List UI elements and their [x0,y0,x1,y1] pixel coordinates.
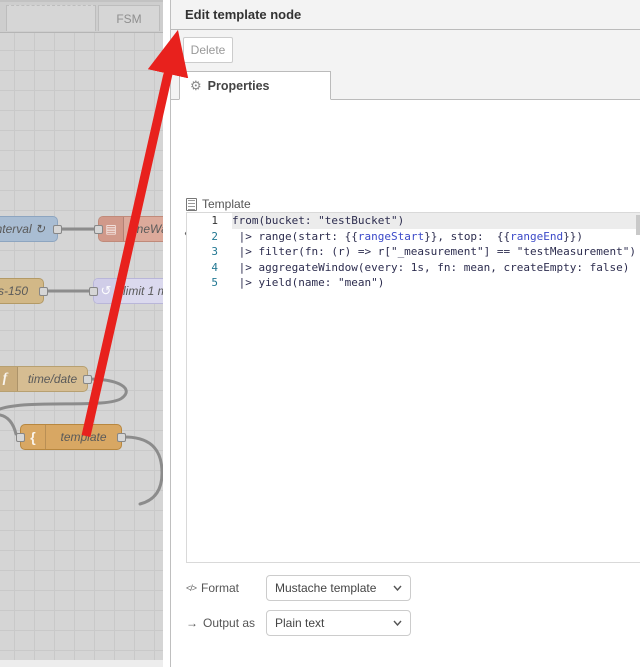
canvas-horizontal-scrollbar[interactable] [0,660,163,667]
dialog-form: Name ••• Property ▾ msg. query Template … [171,100,640,667]
node-interval-label: interval ↻ [0,222,46,236]
code-line[interactable]: 5 |> yield(name: "mean") [187,275,640,291]
node-limit-input-port[interactable] [89,287,98,296]
tray-resize-gutter[interactable] [163,0,170,667]
format-label-text: Format [201,581,240,595]
chevron-down-icon [393,620,402,626]
line-number: 1 [211,214,218,227]
node-template-output-port[interactable] [117,433,126,442]
code-text[interactable]: |> filter(fn: (r) => r["_measurement"] =… [232,244,640,260]
node-timedate[interactable]: f time/date [0,366,92,392]
node-template-label: template [60,430,107,444]
arrow-right-icon: → [186,616,198,630]
template-label-text: Template [202,197,251,211]
dialog-tabbar: ⚙ Properties [171,66,640,100]
node-interval-output-port[interactable] [53,225,62,234]
tab-properties-label: Properties [207,78,270,93]
line-number: 5 [211,276,218,289]
node-sinewave[interactable]: ▤ sineWave [94,216,163,242]
node-limit[interactable]: ↺ limit 1 ms [89,278,163,304]
tab-properties[interactable]: ⚙ Properties [179,71,331,100]
code-text[interactable]: |> range(start: {{rangeStart}}, stop: {{… [232,229,640,245]
line-number: 2 [211,229,218,243]
node-s150-label: s-150 [0,284,29,298]
dialog-title: Edit template node [185,7,302,22]
format-select-value: Mustache template [275,581,377,595]
code-line[interactable]: 1 from(bucket: "testBucket") [187,213,640,229]
flow-wires [0,227,163,506]
chevron-down-icon [393,585,402,591]
output-as-label-text: Output as [203,616,256,630]
node-s150[interactable]: s-150 [0,278,48,304]
node-interval[interactable]: interval ↻ [0,216,62,242]
template-editor[interactable]: 1 from(bucket: "testBucket") 2 |> range(st… [186,212,640,563]
output-as-label: → Output as [186,610,271,636]
dialog-header: Edit template node [171,0,640,30]
template-label: Template [186,196,271,212]
workspace-tab-hidden[interactable] [6,5,96,31]
workspace-tabbar: FSM [0,0,163,33]
workspace-tab-fsm-label: FSM [116,11,142,26]
flow-canvas[interactable]: interval ↻ ▤ sineWave s-150 ↺ limit 1 ms… [0,0,163,660]
node-template-input-port[interactable] [16,433,25,442]
delete-button-label: Delete [190,43,226,57]
gear-icon: ⚙ [190,77,202,93]
timedate-icon: f [0,367,18,391]
node-sinewave-input-port[interactable] [94,225,103,234]
wire-into-template [0,413,18,436]
code-line[interactable]: 3 |> filter(fn: (r) => r["_measurement"]… [187,244,640,260]
node-timedate-label: time/date [27,372,78,386]
format-label: </> Format [186,575,271,601]
format-select[interactable]: Mustache template [266,575,411,601]
code-text[interactable]: |> aggregateWindow(every: 1s, fn: mean, … [232,260,640,276]
code-text[interactable]: from(bucket: "testBucket") [232,213,640,229]
node-timedate-output-port[interactable] [83,375,92,384]
wire-template-out [122,435,163,506]
template-editor-lines[interactable]: 1 from(bucket: "testBucket") 2 |> range(st… [187,213,640,291]
file-code-icon [186,197,197,211]
line-number: 3 [211,245,218,258]
code-text[interactable]: |> yield(name: "mean") [232,275,640,291]
workspace-tab-fsm[interactable]: FSM [98,5,160,31]
node-template[interactable]: { template [16,424,126,450]
edit-template-dialog: Edit template node Delete ⚙ Properties N… [170,0,640,667]
node-limit-label: limit 1 ms [123,284,163,298]
code-line[interactable]: 2 |> range(start: {{rangeStart}}, stop: … [187,229,640,245]
output-as-select-value: Plain text [275,616,325,630]
node-s150-output-port[interactable] [39,287,48,296]
editor-scrollbar[interactable] [636,215,640,235]
code-line[interactable]: 4 |> aggregateWindow(every: 1s, fn: mean… [187,260,640,276]
code-brackets-icon: </> [186,583,197,593]
node-sinewave-label: sineWave [128,222,163,236]
output-as-select[interactable]: Plain text [266,610,411,636]
dialog-toolbar: Delete [171,30,640,66]
line-number: 4 [211,260,218,274]
delete-button[interactable]: Delete [183,37,233,63]
